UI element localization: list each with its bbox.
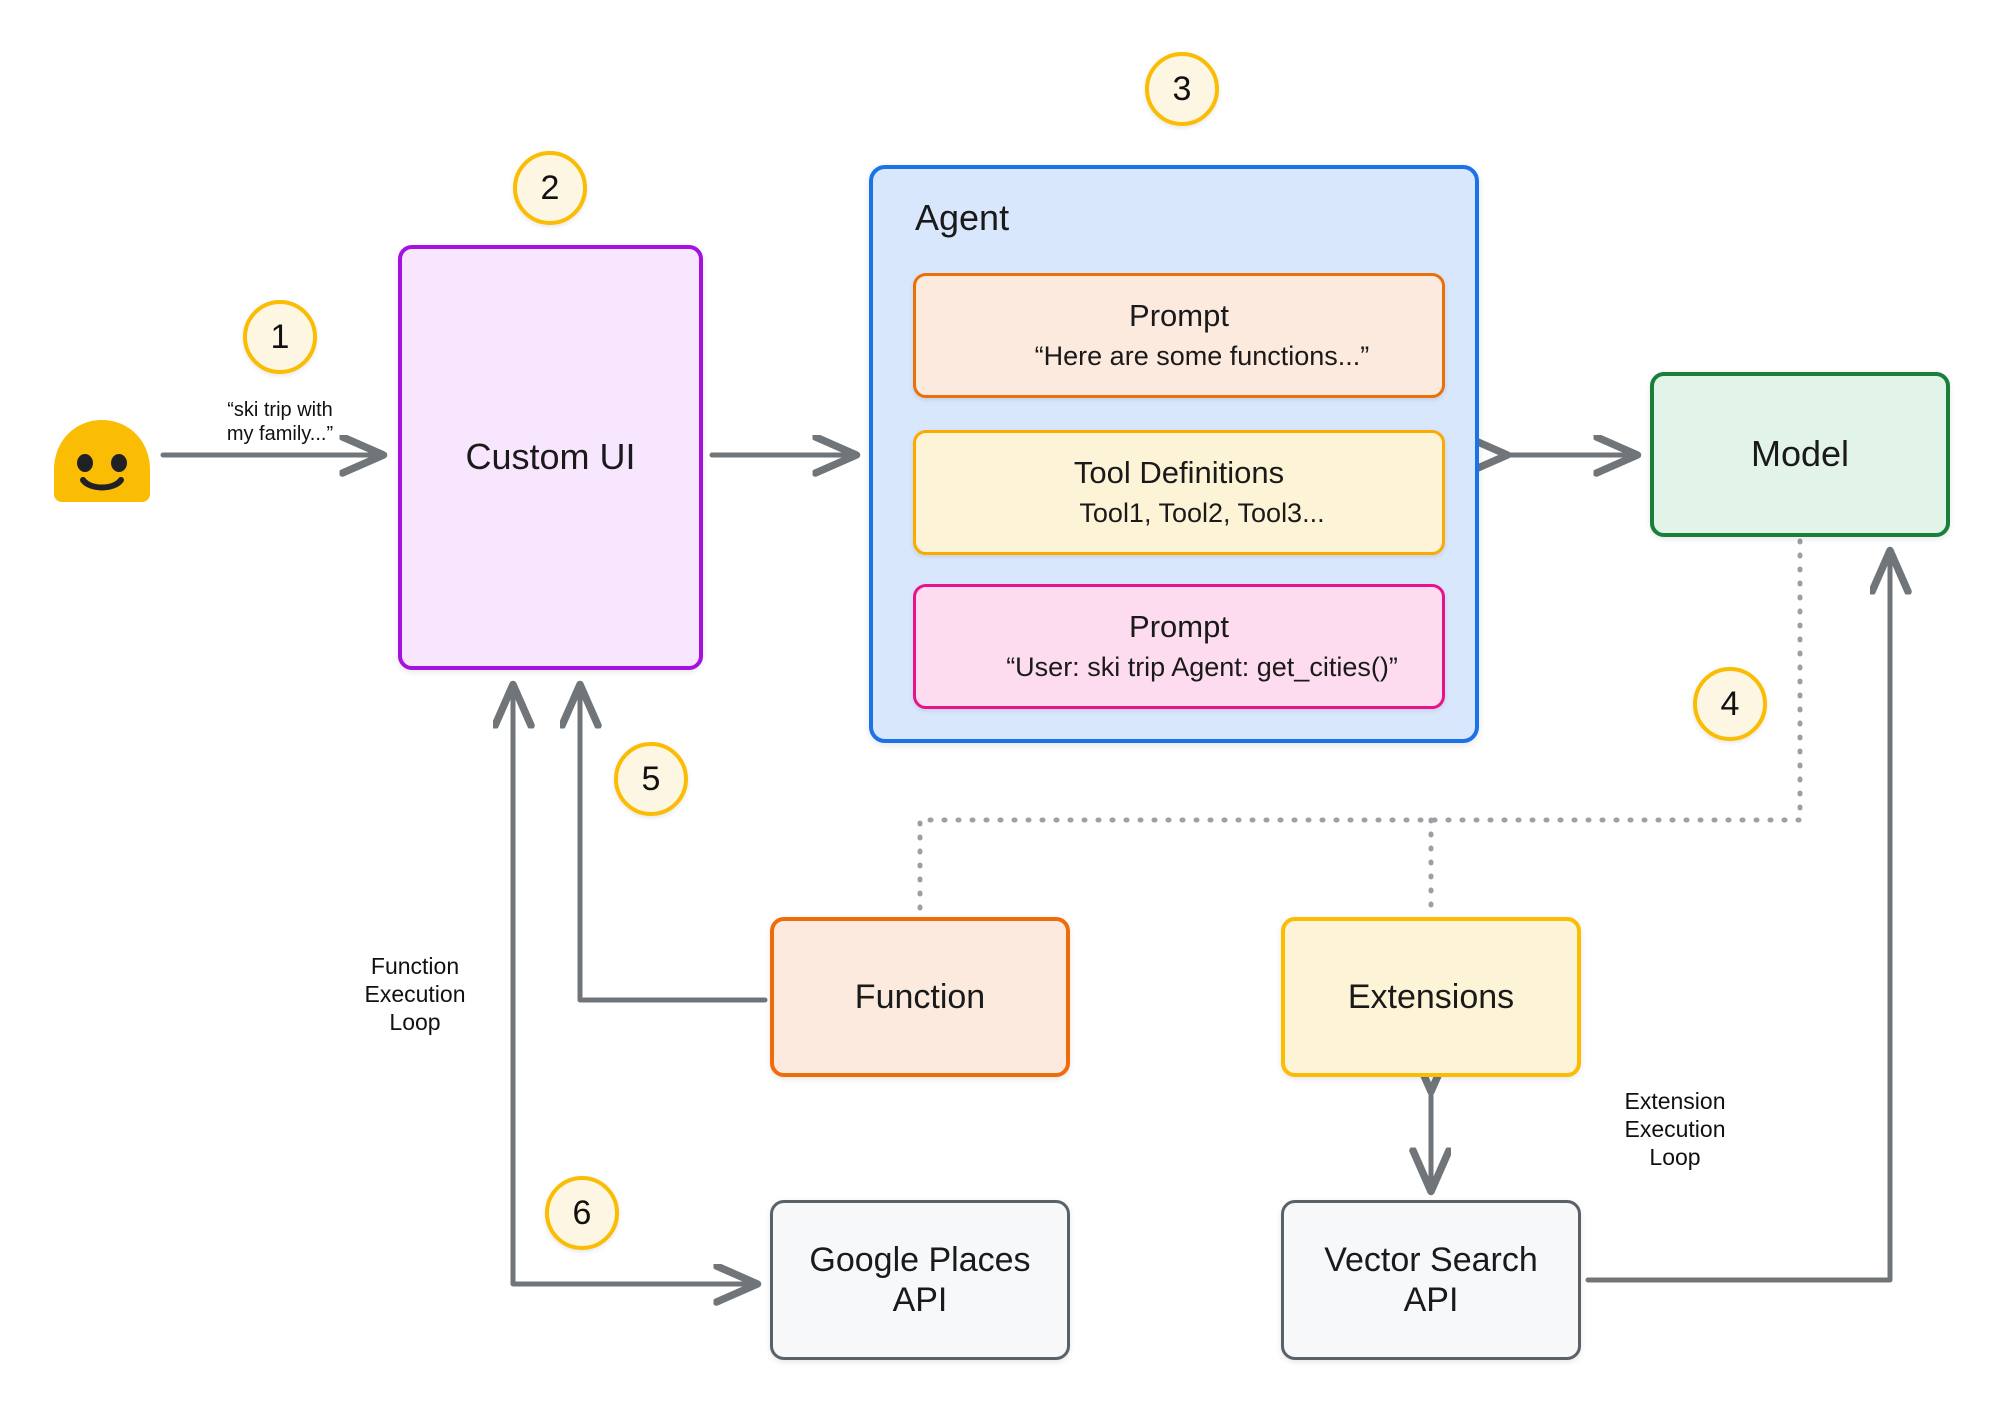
node-custom-ui-label: Custom UI [465,436,636,478]
step-badge-5[interactable]: 5 [614,742,688,816]
node-vector-search-api-label: Vector Search API [1324,1240,1538,1319]
node-function[interactable]: Function [770,917,1070,1077]
agent-prompt-primary-body: “Here are some functions...” [1034,340,1370,371]
node-model-label: Model [1750,433,1850,475]
node-extensions-label: Extensions [1347,977,1515,1016]
step-badge-3[interactable]: 3 [1145,52,1219,126]
agent-prompt-primary-title: Prompt [1129,298,1229,333]
node-vector-search-api[interactable]: Vector Search API [1281,1200,1581,1360]
agent-tool-definitions[interactable]: Tool Definitions Tool1, Tool2, Tool3... [913,430,1445,555]
agent-prompt-primary[interactable]: Prompt “Here are some functions...” [913,273,1445,398]
node-agent[interactable]: Agent Prompt “Here are some functions...… [869,165,1479,743]
agent-prompt-secondary-title: Prompt [1129,609,1229,644]
node-extensions[interactable]: Extensions [1281,917,1581,1077]
user-quote-label: “ski trip with my family...” [226,399,334,446]
node-google-places-api[interactable]: Google Places API [770,1200,1070,1360]
arrow-function-to-custom-ui [580,686,768,1003]
step-badge-6[interactable]: 6 [545,1176,619,1250]
node-model[interactable]: Model [1650,372,1950,537]
node-function-label: Function [854,977,986,1016]
user-avatar-icon [54,420,150,502]
step-badge-1[interactable]: 1 [243,300,317,374]
step-badge-4[interactable]: 4 [1693,667,1767,741]
diagram-canvas: “ski trip with my family...” Function Ex… [0,0,2000,1428]
node-agent-label: Agent [915,197,1010,238]
node-custom-ui[interactable]: Custom UI [398,245,703,670]
agent-tool-definitions-title: Tool Definitions [1073,455,1285,490]
node-google-places-api-label: Google Places API [809,1240,1031,1319]
step-badge-2[interactable]: 2 [513,151,587,225]
function-execution-loop-label: Function Execution Loop [364,953,466,1036]
extension-execution-loop-label: Extension Execution Loop [1624,1088,1726,1171]
agent-prompt-secondary-body: “User: ski trip Agent: get_cities()” [1006,651,1398,682]
agent-prompt-secondary[interactable]: Prompt “User: ski trip Agent: get_cities… [913,584,1445,709]
agent-tool-definitions-body: Tool1, Tool2, Tool3... [1079,497,1325,528]
